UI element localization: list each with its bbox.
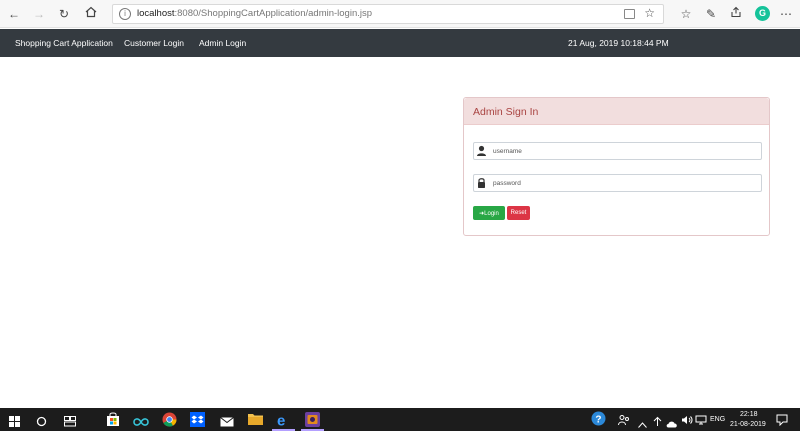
login-button[interactable]: ➜Login bbox=[473, 206, 505, 220]
password-field[interactable] bbox=[473, 174, 762, 192]
mail-icon[interactable] bbox=[220, 414, 234, 429]
network-icon[interactable] bbox=[695, 413, 707, 428]
taskbar: e ? ENG 22:18 21-08-2019 bbox=[0, 408, 800, 431]
nav-admin-login[interactable]: Admin Login bbox=[199, 38, 246, 48]
login-label: Login bbox=[484, 210, 499, 217]
reset-button[interactable]: Reset bbox=[507, 206, 530, 220]
grammarly-extension-icon[interactable]: G bbox=[755, 6, 770, 21]
home-icon[interactable] bbox=[83, 6, 99, 22]
reading-view-icon[interactable] bbox=[624, 9, 635, 19]
admin-login-card: Admin Sign In ➜Login Reset bbox=[463, 97, 770, 236]
pen-icon[interactable]: ✎ bbox=[703, 6, 719, 22]
favorites-list-icon[interactable]: ☆ bbox=[678, 6, 694, 22]
url-text[interactable]: localhost:8080/ShoppingCartApplication/a… bbox=[137, 8, 372, 19]
file-explorer-icon[interactable] bbox=[248, 412, 263, 427]
forward-icon[interactable]: → bbox=[31, 6, 47, 22]
onedrive-icon[interactable] bbox=[666, 415, 678, 430]
pinned-app-icon[interactable] bbox=[305, 412, 320, 427]
task-view-icon[interactable] bbox=[64, 414, 76, 429]
notification-icon[interactable] bbox=[776, 413, 788, 428]
site-info-icon[interactable]: i bbox=[119, 8, 131, 20]
user-icon bbox=[474, 143, 489, 159]
chrome-icon[interactable] bbox=[162, 412, 177, 427]
search-icon[interactable] bbox=[36, 414, 47, 429]
edge-icon[interactable]: e bbox=[276, 412, 291, 430]
taskbar-time[interactable]: 22:18 bbox=[740, 411, 758, 418]
favorite-star-icon[interactable]: ☆ bbox=[644, 6, 655, 20]
share-icon[interactable] bbox=[728, 6, 744, 22]
cloud-upload-icon[interactable] bbox=[652, 414, 663, 429]
address-bar[interactable]: i localhost:8080/ShoppingCartApplication… bbox=[112, 4, 664, 24]
infinity-app-icon[interactable] bbox=[133, 414, 149, 429]
refresh-icon[interactable]: ↻ bbox=[56, 6, 72, 22]
svg-text:?: ? bbox=[595, 414, 601, 425]
card-title: Admin Sign In bbox=[473, 106, 539, 118]
url-host: localhost bbox=[137, 8, 175, 19]
language-indicator[interactable]: ENG bbox=[710, 416, 725, 423]
back-icon[interactable]: ← bbox=[6, 6, 22, 22]
username-input[interactable] bbox=[493, 145, 753, 157]
windows-start-icon[interactable] bbox=[9, 414, 20, 429]
volume-icon[interactable] bbox=[681, 413, 693, 428]
nav-customer-login[interactable]: Customer Login bbox=[124, 38, 184, 48]
people-icon[interactable] bbox=[618, 413, 630, 428]
help-icon[interactable]: ? bbox=[591, 411, 606, 426]
url-path: :8080/ShoppingCartApplication/admin-logi… bbox=[174, 8, 373, 19]
svg-text:e: e bbox=[277, 413, 285, 428]
navbar-brand[interactable]: Shopping Cart Application bbox=[15, 38, 113, 48]
lock-icon bbox=[474, 175, 489, 191]
taskbar-date[interactable]: 21-08-2019 bbox=[730, 421, 766, 428]
browser-toolbar: ← → ↻ i localhost:8080/ShoppingCartAppli… bbox=[0, 0, 800, 28]
username-field[interactable] bbox=[473, 142, 762, 160]
chevron-up-icon[interactable] bbox=[638, 415, 647, 430]
card-header: Admin Sign In bbox=[464, 98, 769, 125]
more-menu-icon[interactable]: ⋯ bbox=[778, 6, 794, 22]
store-icon[interactable] bbox=[106, 412, 120, 427]
navbar-datetime: 21 Aug, 2019 10:18:44 PM bbox=[568, 38, 669, 48]
password-input[interactable] bbox=[493, 177, 753, 189]
dropbox-icon[interactable] bbox=[190, 412, 205, 427]
app-navbar: Shopping Cart Application Customer Login… bbox=[0, 29, 800, 57]
